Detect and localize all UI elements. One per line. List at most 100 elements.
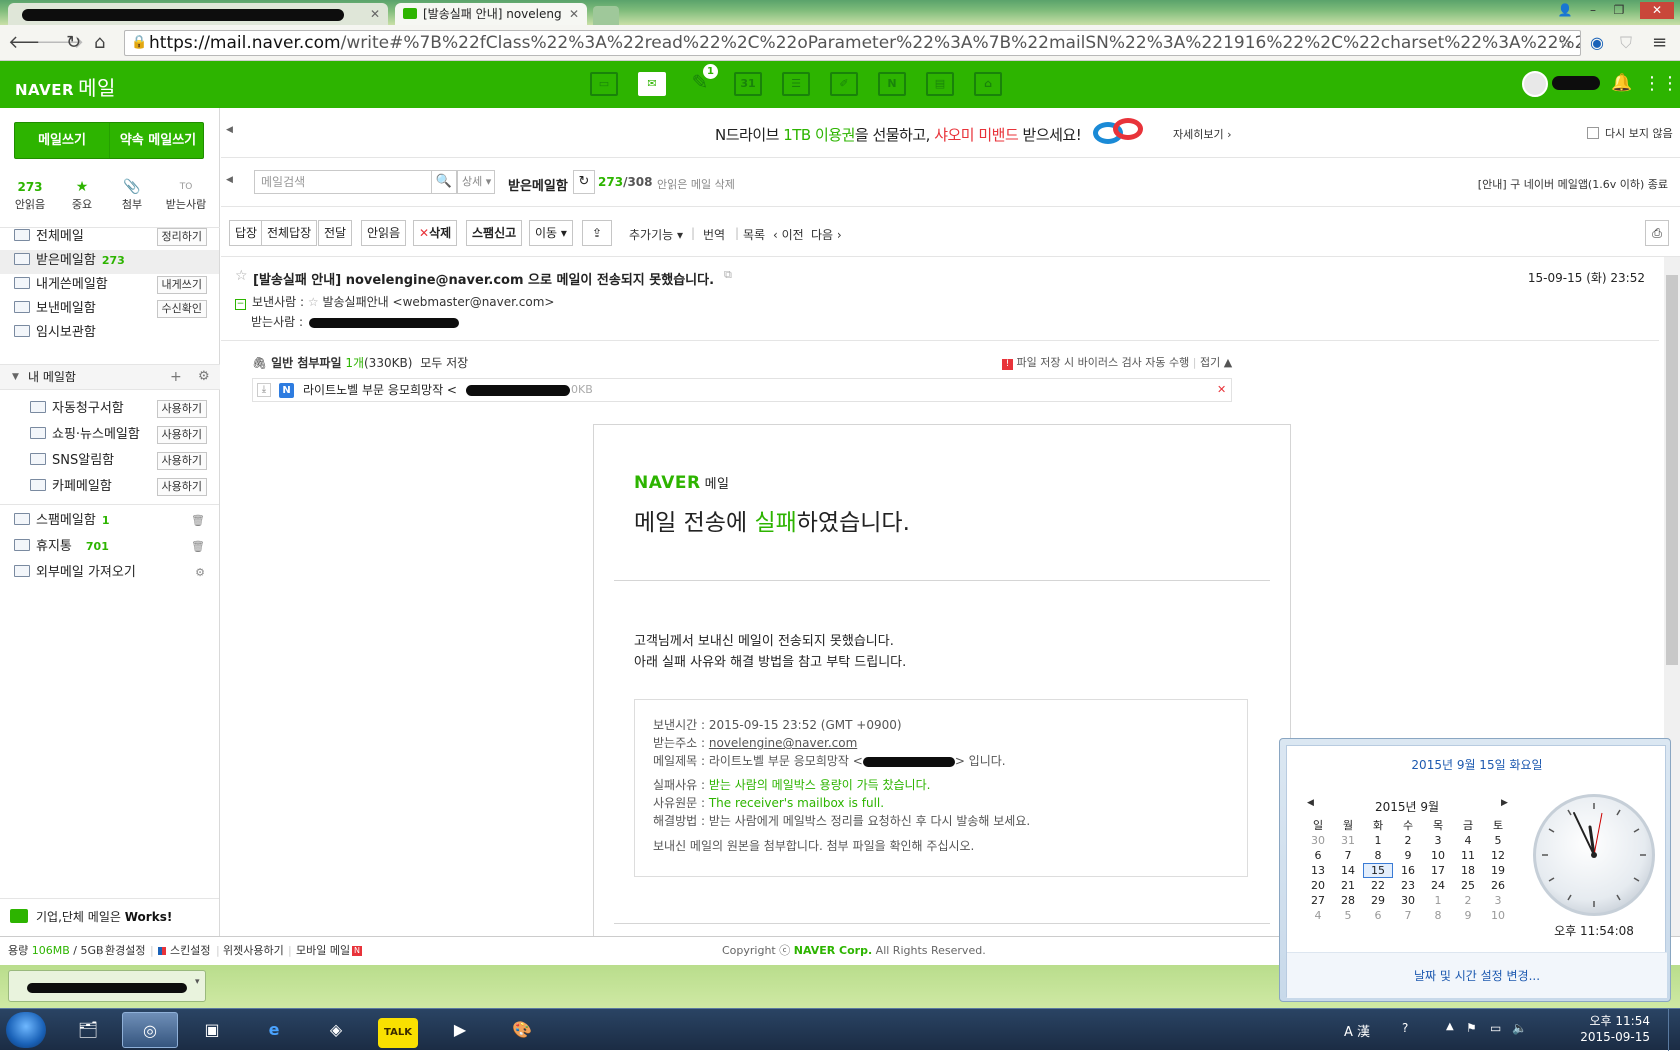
ie-icon[interactable]: e	[246, 1012, 302, 1048]
folder-sns[interactable]: SNS알림함	[30, 450, 114, 472]
collapse-left-icon[interactable]: ◀	[226, 175, 233, 185]
scrollbar-thumb[interactable]	[1666, 275, 1678, 665]
home-folder-icon[interactable]: ⌂	[974, 72, 1002, 96]
calendar-day[interactable]: 27	[1303, 893, 1333, 908]
skin-link[interactable]: 스킨설정	[170, 937, 210, 965]
add-folder-icon[interactable]: +	[170, 365, 182, 389]
spam-report-button[interactable]: 스팸신고	[466, 220, 523, 246]
calendar-date-link[interactable]: 2015년 9월 15일 화요일	[1287, 756, 1667, 773]
reply-all-button[interactable]: 전체답장	[261, 220, 318, 246]
avatar[interactable]	[1522, 71, 1548, 97]
browser-tab-active[interactable]: [발송실패 안내] noveleng ✕	[395, 3, 587, 25]
storage-info[interactable]: 용량 106MB / 5GB	[8, 937, 104, 965]
write-self-button[interactable]: 약속 메일쓰기	[111, 123, 205, 158]
flag-icon[interactable]: ⚑	[1466, 1021, 1477, 1035]
collapse-sidebar-icon[interactable]: ◀	[226, 125, 233, 135]
quick-attach[interactable]: 📎 첨부	[106, 178, 158, 212]
collapse-triangle-icon[interactable]: ▼	[12, 365, 19, 389]
widget-link[interactable]: 위젯사용하기	[223, 937, 284, 965]
star-icon[interactable]: ☆	[308, 295, 319, 309]
calendar-day[interactable]: 1	[1363, 833, 1393, 848]
fold-link[interactable]: 접기 ▲	[1200, 356, 1232, 369]
calendar-day[interactable]: 8	[1363, 848, 1393, 863]
minimize-icon[interactable]: –	[1582, 2, 1604, 19]
write-mail-button[interactable]: 메일쓰기	[15, 123, 110, 158]
banner-text[interactable]: N드라이브 1TB 이용권을 선물하고, 샤오미 미밴드 받으세요!	[715, 124, 1082, 145]
folder-spam[interactable]: 스팸메일함 1	[14, 510, 109, 532]
kakaotalk-icon[interactable]: TALK	[370, 1012, 426, 1048]
calendar-day[interactable]: 20	[1303, 878, 1333, 893]
forward-button[interactable]: 전달	[318, 220, 353, 246]
windows-icon[interactable]: ◈	[308, 1012, 364, 1048]
calendar-day[interactable]: 12	[1483, 848, 1513, 863]
calendar-day[interactable]: 22	[1363, 878, 1393, 893]
calendar-day[interactable]: 15	[1363, 863, 1393, 878]
grid-menu-icon[interactable]: ⋮⋮⋮	[1643, 73, 1680, 94]
calendar-day[interactable]: 25	[1453, 878, 1483, 893]
calendar-day[interactable]: 9	[1393, 848, 1423, 863]
calendar-day[interactable]: 3	[1423, 833, 1453, 848]
memo-pen-icon[interactable]: ✐	[830, 72, 858, 96]
calendar-day[interactable]: 28	[1333, 893, 1363, 908]
folder-trash[interactable]: 휴지통 701	[14, 536, 109, 558]
terminal-icon[interactable]: ▣	[184, 1012, 240, 1048]
prev-mail-button[interactable]: ‹ 이전	[773, 226, 804, 243]
change-datetime-link[interactable]: 날짜 및 시간 설정 변경...	[1287, 952, 1667, 998]
download-item[interactable]: ▾	[8, 970, 206, 1002]
more-features-button[interactable]: 추가기능 ▾	[629, 226, 683, 243]
calendar-day[interactable]: 29	[1363, 893, 1393, 908]
search-icon[interactable]: 🔍	[431, 170, 457, 194]
calendar-day[interactable]: 1	[1423, 893, 1453, 908]
recipient-link[interactable]: novelengine@naver.com	[709, 736, 857, 750]
share-icon[interactable]: ⇪	[582, 220, 612, 246]
calendar-day[interactable]: 6	[1363, 908, 1393, 923]
folder-sent[interactable]: 보낸메일함	[14, 298, 96, 320]
media-player-icon[interactable]: ▶	[432, 1012, 488, 1048]
calendar-day[interactable]: 4	[1303, 908, 1333, 923]
remove-attachment-icon[interactable]: ✕	[1217, 379, 1226, 401]
tab-close-icon[interactable]: ✕	[569, 3, 579, 25]
calendar-day[interactable]: 23	[1393, 878, 1423, 893]
maximize-icon[interactable]: ❐	[1608, 2, 1630, 19]
ndrive-icon[interactable]: N	[878, 72, 906, 96]
sender[interactable]: 발송실패안내 <webmaster@naver.com>	[322, 295, 554, 309]
next-month-icon[interactable]: ▶	[1501, 798, 1508, 808]
empty-trash-icon[interactable]: 🗑	[191, 540, 205, 553]
calendar-day[interactable]: 14	[1333, 863, 1363, 878]
calendar-day[interactable]: 21	[1333, 878, 1363, 893]
extension-icon[interactable]: ◉	[1590, 33, 1604, 53]
browser-tab-1[interactable]: ✕	[8, 3, 388, 25]
network-icon[interactable]: ▭	[1490, 1021, 1501, 1035]
tray-expand-icon[interactable]: ▲	[1446, 1021, 1454, 1032]
calendar-day[interactable]: 19	[1483, 863, 1513, 878]
taskbar-clock[interactable]: 오후 11:54 2015-09-15	[1580, 1013, 1650, 1045]
folder-external[interactable]: 외부메일 가져오기	[14, 562, 136, 584]
menu-icon[interactable]: ≡	[1652, 33, 1667, 53]
save-all-link[interactable]: 모두 저장	[420, 356, 468, 370]
shield-icon[interactable]: ⛉	[1620, 33, 1632, 53]
folder-shopping[interactable]: 쇼핑·뉴스메일함	[30, 424, 140, 446]
attachment-name[interactable]: 라이트노벨 부문 응모희망작 <	[303, 379, 457, 401]
calendar-day[interactable]: 4	[1453, 833, 1483, 848]
folder-inbox[interactable]: 받은메일함 273	[14, 250, 125, 272]
use-button[interactable]: 사용하기	[156, 452, 207, 470]
calendar-day[interactable]: 10	[1423, 848, 1453, 863]
empty-spam-icon[interactable]: 🗑	[191, 514, 205, 527]
calendar-day[interactable]: 6	[1303, 848, 1333, 863]
calendar-day[interactable]: 2	[1453, 893, 1483, 908]
calendar-day[interactable]: 10	[1483, 908, 1513, 923]
move-button[interactable]: 이동 ▾	[529, 220, 573, 246]
calendar-day[interactable]: 5	[1483, 833, 1513, 848]
attachment-row[interactable]: ⤓ N 라이트노벨 부문 응모희망작 < 0KB ✕	[252, 378, 1232, 402]
calendar-day[interactable]: 24	[1423, 878, 1453, 893]
calendar-day[interactable]: 13	[1303, 863, 1333, 878]
star-icon[interactable]: ☆	[235, 268, 248, 284]
quick-unread[interactable]: 273 안읽음	[4, 178, 56, 212]
folder-to-self[interactable]: 내게쓴메일함	[14, 274, 108, 296]
hide-banner-checkbox[interactable]: 다시 보지 않음	[1587, 125, 1673, 141]
mark-unread-button[interactable]: 안읽음	[361, 220, 407, 246]
collapse-icon[interactable]: −	[235, 299, 246, 310]
start-button-icon[interactable]	[6, 1012, 46, 1048]
office-icon[interactable]: ▤	[926, 72, 954, 96]
tab-close-icon[interactable]: ✕	[370, 3, 380, 25]
